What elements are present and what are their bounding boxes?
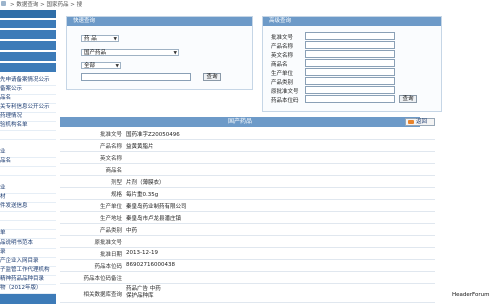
detail-label: 药品本位码 — [94, 264, 122, 270]
select-value: 国产药品 — [84, 50, 107, 56]
detail-title: 国产药品 — [60, 117, 420, 127]
field-label: 产品类别 — [271, 80, 294, 86]
chevron-down-icon: ▼ — [115, 64, 119, 69]
detail-row: 批准日期 2013-12-19 — [60, 248, 435, 260]
select-value: 药 品 — [84, 36, 97, 42]
detail-label: 产品类别 — [99, 228, 122, 234]
approval-number-input[interactable] — [305, 32, 395, 40]
manufacturer-input[interactable] — [305, 68, 395, 76]
quick-search-database-select[interactable]: 国产药品 ▼ — [81, 49, 179, 56]
sidebar-header-block — [0, 30, 56, 39]
detail-label: 批准日期 — [99, 252, 122, 258]
product-category-input[interactable] — [305, 77, 395, 85]
quick-search-panel: 快速查询 药 品 ▼ 国产药品 ▼ 全部 ▼ 查询 — [66, 16, 253, 90]
related-database-links[interactable]: 药品广告 中药保护品种库 — [126, 286, 166, 300]
chevron-down-icon: ▼ — [173, 51, 177, 56]
field-label: 产品名称 — [271, 44, 294, 50]
back-button-label: 返回 — [416, 119, 428, 125]
field-label: 原批准文号 — [271, 89, 299, 95]
detail-row: 产品名称 益黄黄脂片 — [60, 140, 435, 152]
sidebar-item[interactable] — [0, 130, 56, 140]
sidebar-item[interactable] — [0, 166, 56, 176]
detail-label: 剂型 — [110, 180, 122, 186]
detail-row: 生产地址 秦皇岛市卢龙县潘庄镇 — [60, 212, 435, 224]
detail-label: 批准文号 — [99, 132, 122, 138]
field-label: 批准文号 — [271, 35, 294, 41]
detail-value: 国药准字Z20050496 — [126, 132, 180, 138]
back-button[interactable]: 返回 — [405, 118, 435, 126]
sidebar-header-block — [0, 63, 56, 72]
detail-row: 相关数据库查询 药品广告 中药保护品种库 — [60, 284, 435, 303]
top-bar: > 数据查询 > 国家药品 > 搜 — [0, 0, 500, 9]
advanced-search-panel: 高级查询 批准文号 产品名称 英文名称 商品名 生产单位 产品类别 原批准文号 … — [262, 16, 442, 112]
drug-code-input[interactable] — [305, 95, 395, 103]
detail-row: 原批准文号 — [60, 236, 435, 248]
field-label: 生产单位 — [271, 71, 294, 77]
detail-row: 产品类别 中药 — [60, 224, 435, 236]
sidebar-item[interactable]: 物（2012年版） — [0, 284, 56, 294]
detail-label: 原批准文号 — [94, 240, 122, 246]
advanced-search-button[interactable]: 查询 — [399, 95, 417, 103]
product-name-input[interactable] — [305, 41, 395, 49]
english-name-input[interactable] — [305, 50, 395, 58]
quick-search-category-select[interactable]: 药 品 ▼ — [81, 35, 119, 42]
sidebar-header-block — [0, 20, 56, 28]
detail-label: 英文名称 — [99, 156, 122, 162]
detail-value: 益黄黄脂片 — [126, 144, 154, 150]
original-approval-input[interactable] — [305, 86, 395, 94]
detail-label: 药品本位码备注 — [83, 276, 122, 282]
select-value: 全部 — [84, 63, 96, 69]
detail-row: 商品名 — [60, 164, 435, 176]
back-arrow-icon — [408, 120, 414, 124]
detail-value: 2013-12-19 — [126, 250, 158, 256]
field-label: 英文名称 — [271, 53, 294, 59]
quick-search-input[interactable] — [81, 73, 191, 81]
detail-row: 生产单位 秦皇岛药业制药有限公司 — [60, 200, 435, 212]
detail-value: 每片重0.35g — [126, 192, 159, 198]
detail-row: 药品本位码备注 — [60, 272, 435, 284]
field-label: 商品名 — [271, 62, 288, 68]
home-icon — [1, 1, 6, 6]
sidebar-header-block — [0, 41, 56, 50]
detail-row: 英文名称 — [60, 152, 435, 164]
sidebar-header-block — [0, 10, 56, 18]
detail-row: 剂型 片剂（薄膜衣） — [60, 176, 435, 188]
detail-row: 药品本位码 86902716000438 — [60, 260, 435, 272]
detail-label: 相关数据库查询 — [83, 292, 122, 298]
quick-search-button[interactable]: 查询 — [203, 73, 221, 81]
detail-row: 批准文号 国药准字Z20050496 — [60, 128, 435, 140]
chevron-down-icon: ▼ — [113, 37, 117, 42]
detail-label: 生产单位 — [99, 204, 122, 210]
breadcrumb: > 数据查询 > 国家药品 > 搜 — [10, 2, 83, 8]
sidebar: 先申请备案情况公示 备案公示 品名 关专利信息公开公示 药理情况 验机构名单 业… — [0, 10, 56, 304]
detail-label: 产品名称 — [99, 144, 122, 150]
detail-value: 秦皇岛市卢龙县潘庄镇 — [126, 216, 182, 222]
detail-label: 规格 — [110, 192, 122, 198]
trade-name-input[interactable] — [305, 59, 395, 67]
advanced-search-title: 高级查询 — [263, 17, 441, 26]
quick-search-title: 快速查询 — [67, 17, 252, 26]
detail-label: 商品名 — [105, 168, 122, 174]
sidebar-header-block — [0, 52, 56, 61]
sidebar-footer-block — [0, 294, 56, 304]
detail-value: 中药 — [126, 228, 138, 234]
detail-label: 生产地址 — [99, 216, 122, 222]
detail-value: 秦皇岛药业制药有限公司 — [126, 204, 187, 210]
detail-value: 86902716000438 — [126, 262, 175, 268]
field-label: 药品本位码 — [271, 98, 299, 104]
quick-search-scope-select[interactable]: 全部 ▼ — [81, 62, 121, 69]
sidebar-item[interactable]: 单 — [0, 229, 56, 239]
detail-row: 规格 每片重0.35g — [60, 188, 435, 200]
detail-value: 片剂（薄膜衣） — [126, 180, 165, 186]
watermark: HeaderForum — [452, 292, 490, 298]
